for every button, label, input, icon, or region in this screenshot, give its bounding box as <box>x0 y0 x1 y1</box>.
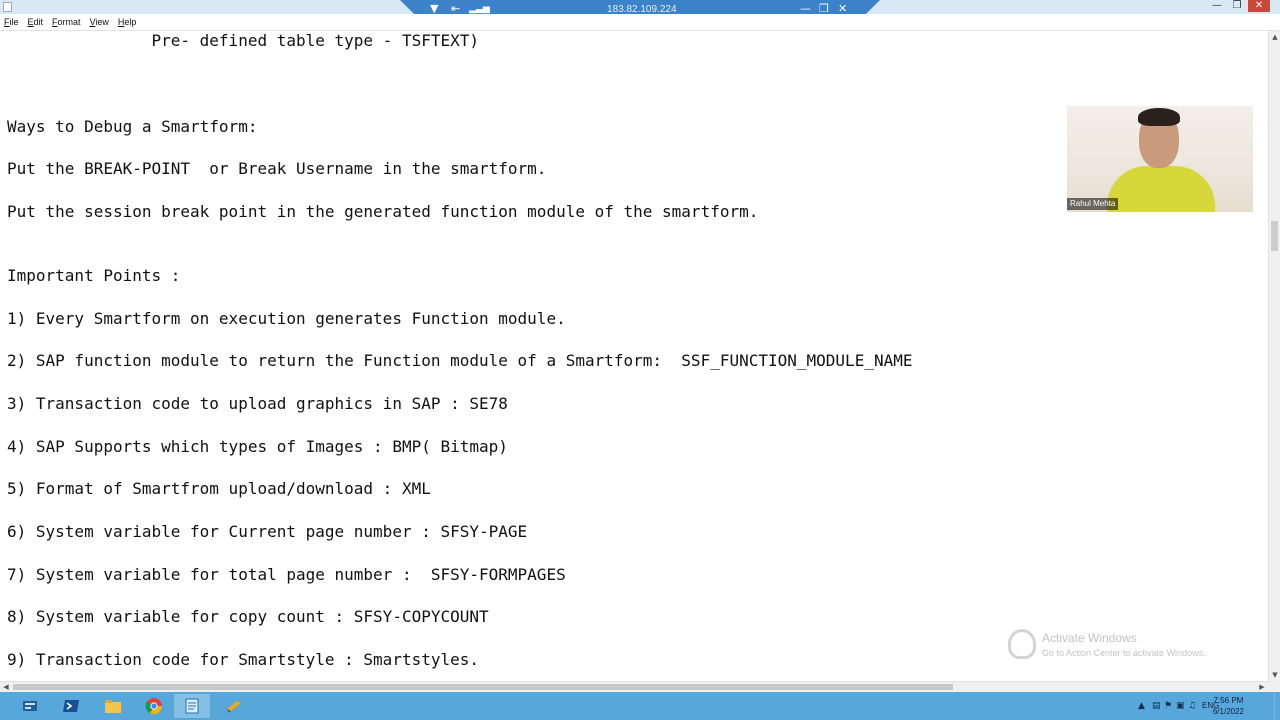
security-icon[interactable]: ⚑ <box>1164 700 1172 712</box>
horizontal-scrollbar[interactable]: ◀ ▶ <box>0 681 1268 692</box>
menu-format[interactable]: Format <box>52 17 81 27</box>
window-controls: — ❐ ✕ <box>1208 0 1270 14</box>
text-line: Important Points : <box>7 266 181 285</box>
text-line: 9) Transaction code for Smartstyle : Sma… <box>7 650 480 669</box>
server-manager-icon[interactable] <box>12 694 48 718</box>
taskbar: ▲ ▤ ⚑ ▣ ♫ ENG 7:56 PM 6/1/2022 <box>0 692 1280 720</box>
scroll-up-icon[interactable]: ▲ <box>1269 31 1280 43</box>
text-line: 4) SAP Supports which types of Images : … <box>7 437 508 456</box>
text-line: 2) SAP function module to return the Fun… <box>7 351 913 370</box>
scroll-down-icon[interactable]: ▼ <box>1269 669 1280 681</box>
chrome-icon[interactable] <box>136 694 172 718</box>
close-icon[interactable]: ✕ <box>1248 0 1270 12</box>
text-line: Pre- defined table type - TSFTEXT) <box>7 31 480 50</box>
text-line: Put the BREAK-POINT or Break Username in… <box>7 159 547 178</box>
volume-icon[interactable]: ♫ <box>1188 700 1196 712</box>
scrollbar-corner <box>1268 681 1280 692</box>
tray-expand-icon[interactable]: ▲ <box>1138 700 1145 712</box>
clock-date: 6/1/2022 <box>1212 707 1244 716</box>
vertical-scrollbar[interactable]: ▲ ▼ <box>1268 31 1280 681</box>
restore-icon[interactable]: ❐ <box>1228 0 1246 12</box>
text-line: Put the session break point in the gener… <box>7 202 759 221</box>
notepad-icon[interactable] <box>174 694 210 718</box>
vertical-scroll-thumb[interactable] <box>1271 221 1278 251</box>
webcam-overlay: Rahul Mehta <box>1067 106 1253 212</box>
text-line: 3) Transaction code to upload graphics i… <box>7 394 508 413</box>
text-line: 5) Format of Smartfrom upload/download :… <box>7 479 431 498</box>
text-line: Ways to Debug a Smartform: <box>7 117 258 136</box>
clock-time: 7:56 PM <box>1213 696 1244 705</box>
powershell-icon[interactable] <box>53 694 89 718</box>
horizontal-scroll-thumb[interactable] <box>13 684 953 690</box>
activate-windows-watermark: Activate Windows Go to Action Center to … <box>1008 628 1238 662</box>
text-line: 1) Every Smartform on execution generate… <box>7 309 566 328</box>
network-icon[interactable]: ▤ <box>1152 700 1161 712</box>
system-clock[interactable]: 7:56 PM 6/1/2022 <box>1213 695 1244 717</box>
text-line: 6) System variable for Current page numb… <box>7 522 528 541</box>
presenter-name: Rahul Mehta <box>1067 198 1119 210</box>
watermark-subtitle: Go to Action Center to activate Windows. <box>1042 648 1206 658</box>
display-icon[interactable]: ▣ <box>1176 700 1185 712</box>
notepad-app-icon <box>3 2 12 12</box>
presenter-shirt <box>1107 166 1215 212</box>
menu-bar: File Edit Format View Help <box>0 14 1280 31</box>
sap-logon-icon[interactable] <box>216 694 252 718</box>
text-line: 7) System variable for total page number… <box>7 565 566 584</box>
windows-watermark-icon <box>1008 629 1036 659</box>
minimize-icon[interactable]: — <box>1208 0 1226 12</box>
presenter-hair <box>1138 108 1180 126</box>
file-explorer-icon[interactable] <box>95 694 131 718</box>
watermark-title: Activate Windows <box>1042 631 1137 645</box>
text-line: 8) System variable for copy count : SFSY… <box>7 607 489 626</box>
menu-help[interactable]: Help <box>118 17 137 27</box>
show-desktop-button[interactable] <box>1274 692 1280 720</box>
menu-file[interactable]: File <box>4 17 19 27</box>
menu-edit[interactable]: Edit <box>28 17 44 27</box>
menu-view[interactable]: View <box>90 17 109 27</box>
